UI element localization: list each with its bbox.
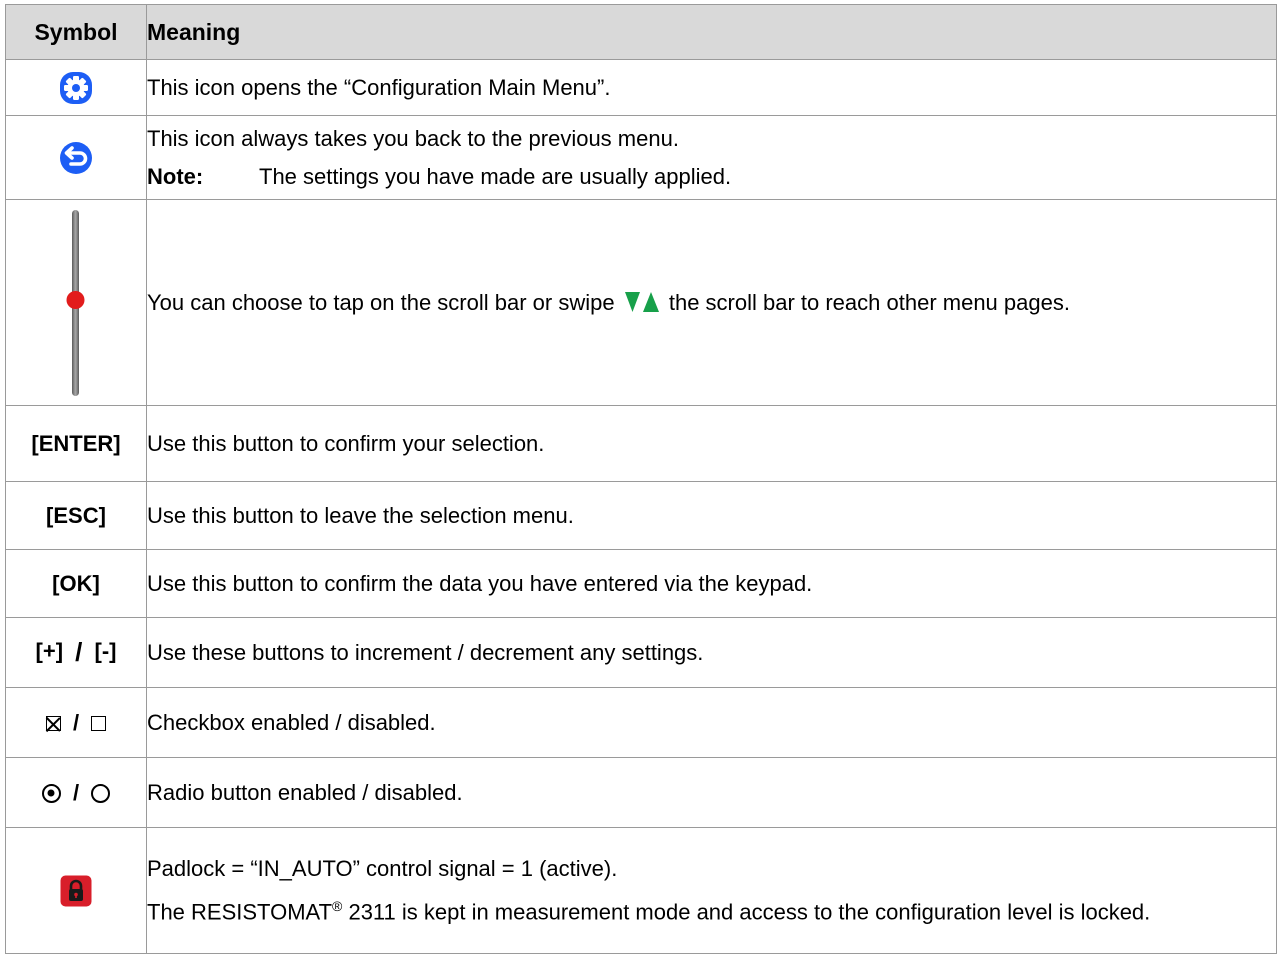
- radio-selected-icon: [41, 783, 61, 803]
- meaning-cell: Use this button to confirm the data you …: [146, 549, 1277, 618]
- header-symbol: Symbol: [5, 4, 147, 60]
- scroll-description-end: the scroll bar to reach other menu pages…: [668, 290, 1070, 315]
- plusminus-description: Use these buttons to increment / decreme…: [147, 640, 704, 665]
- table-row: You can choose to tap on the scroll bar …: [5, 199, 1277, 406]
- note-label: Note:: [147, 164, 204, 189]
- table-row: Padlock = “IN_AUTO” control signal = 1 (…: [5, 827, 1277, 954]
- gear-icon: [60, 71, 92, 104]
- padlock-description-2: The RESISTOMAT® 2311 is kept in measurem…: [147, 893, 1276, 925]
- scroll-description-start: You can choose to tap on the scroll bar …: [147, 290, 615, 315]
- meaning-cell: Use these buttons to increment / decreme…: [146, 617, 1277, 688]
- table-row: This icon opens the “Configuration Main …: [5, 59, 1277, 116]
- symbol-separator: /: [72, 780, 80, 806]
- table-header-row: Symbol Meaning: [5, 4, 1277, 60]
- back-description: This icon always takes you back to the p…: [147, 126, 679, 151]
- resistomat-text: The RESISTOMAT: [147, 899, 333, 925]
- symbol-cell: [5, 115, 147, 200]
- minus-symbol: [-]: [94, 638, 117, 664]
- meaning-cell: Checkbox enabled / disabled.: [146, 687, 1277, 758]
- table-row: / Checkbox enabled / disabled.: [5, 687, 1277, 758]
- checkbox-checked-icon: [45, 715, 61, 731]
- enter-description: Use this button to confirm your selectio…: [147, 431, 545, 456]
- swipe-arrows-icon: [624, 292, 659, 312]
- table-row: / Radio button enabled / disabled.: [5, 757, 1277, 828]
- table-row: [OK] Use this button to confirm the data…: [5, 549, 1277, 618]
- esc-symbol: [ESC]: [5, 481, 147, 550]
- meaning-cell: Use this button to leave the selection m…: [146, 481, 1277, 550]
- esc-description: Use this button to leave the selection m…: [147, 503, 574, 528]
- meaning-cell: Padlock = “IN_AUTO” control signal = 1 (…: [146, 827, 1277, 954]
- table-row: [ENTER] Use this button to confirm your …: [5, 405, 1277, 482]
- meaning-cell: This icon always takes you back to the p…: [146, 115, 1277, 200]
- ok-description: Use this button to confirm the data you …: [147, 571, 813, 596]
- plus-symbol: [+]: [35, 638, 64, 664]
- symbol-separator: /: [72, 710, 80, 736]
- meaning-cell: This icon opens the “Configuration Main …: [146, 59, 1277, 116]
- radio-unselected-icon: [91, 783, 111, 803]
- meaning-cell: Radio button enabled / disabled.: [146, 757, 1277, 828]
- table-row: [ESC] Use this button to leave the selec…: [5, 481, 1277, 550]
- enter-symbol: [ENTER]: [5, 405, 147, 482]
- symbol-cell: [5, 199, 147, 406]
- checkbox-unchecked-icon: [91, 715, 107, 731]
- symbol-table: Symbol Meaning This icon opens the “Conf…: [5, 4, 1277, 954]
- symbol-cell: /: [5, 757, 147, 828]
- padlock-description: Padlock = “IN_AUTO” control signal = 1 (…: [147, 856, 618, 882]
- padlock-detail-text: 2311 is kept in measurement mode and acc…: [342, 899, 1151, 925]
- symbol-cell: [5, 59, 147, 116]
- radio-description: Radio button enabled / disabled.: [147, 780, 463, 805]
- table-row: This icon always takes you back to the p…: [5, 115, 1277, 200]
- symbol-separator: /: [75, 637, 83, 667]
- back-arrow-icon: [60, 141, 92, 174]
- note-line: Note: The settings you have made are usua…: [147, 163, 1276, 190]
- meaning-cell: Use this button to confirm your selectio…: [146, 405, 1277, 482]
- meaning-cell: You can choose to tap on the scroll bar …: [146, 199, 1277, 406]
- ok-symbol: [OK]: [5, 549, 147, 618]
- symbol-cell: /: [5, 687, 147, 758]
- config-description: This icon opens the “Configuration Main …: [147, 75, 611, 100]
- note-text: The settings you have made are usually a…: [259, 164, 732, 189]
- symbol-cell: [5, 827, 147, 954]
- symbol-cell: [+] / [-]: [5, 617, 147, 688]
- registered-mark: ®: [332, 898, 343, 915]
- scrollbar-icon: [66, 209, 85, 396]
- padlock-icon: [60, 875, 92, 906]
- table-row: [+] / [-] Use these buttons to increment…: [5, 617, 1277, 688]
- header-meaning: Meaning: [146, 4, 1277, 60]
- checkbox-description: Checkbox enabled / disabled.: [147, 710, 436, 735]
